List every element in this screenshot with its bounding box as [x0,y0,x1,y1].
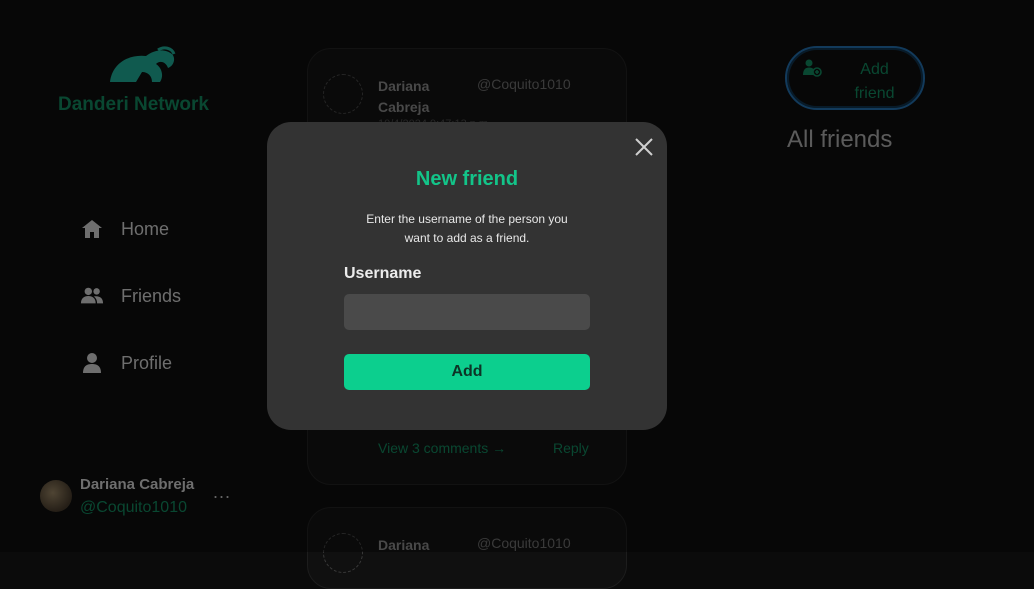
app-page: Danderi Network Home Friends Profile Dar… [0,0,1034,589]
username-label: Username [344,265,422,282]
add-button[interactable]: Add [344,354,590,390]
username-input[interactable] [344,294,590,330]
close-icon[interactable] [633,136,655,158]
dialog-title: New friend [415,168,519,190]
new-friend-dialog: New friend Enter the username of the per… [267,122,667,430]
dialog-description: Enter the username of the person you wan… [366,212,568,245]
